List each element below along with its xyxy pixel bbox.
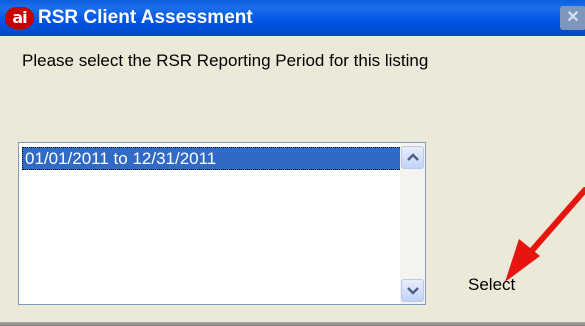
- window-bottom-edge: [0, 322, 585, 326]
- red-arrow-annotation-icon: [505, 187, 585, 282]
